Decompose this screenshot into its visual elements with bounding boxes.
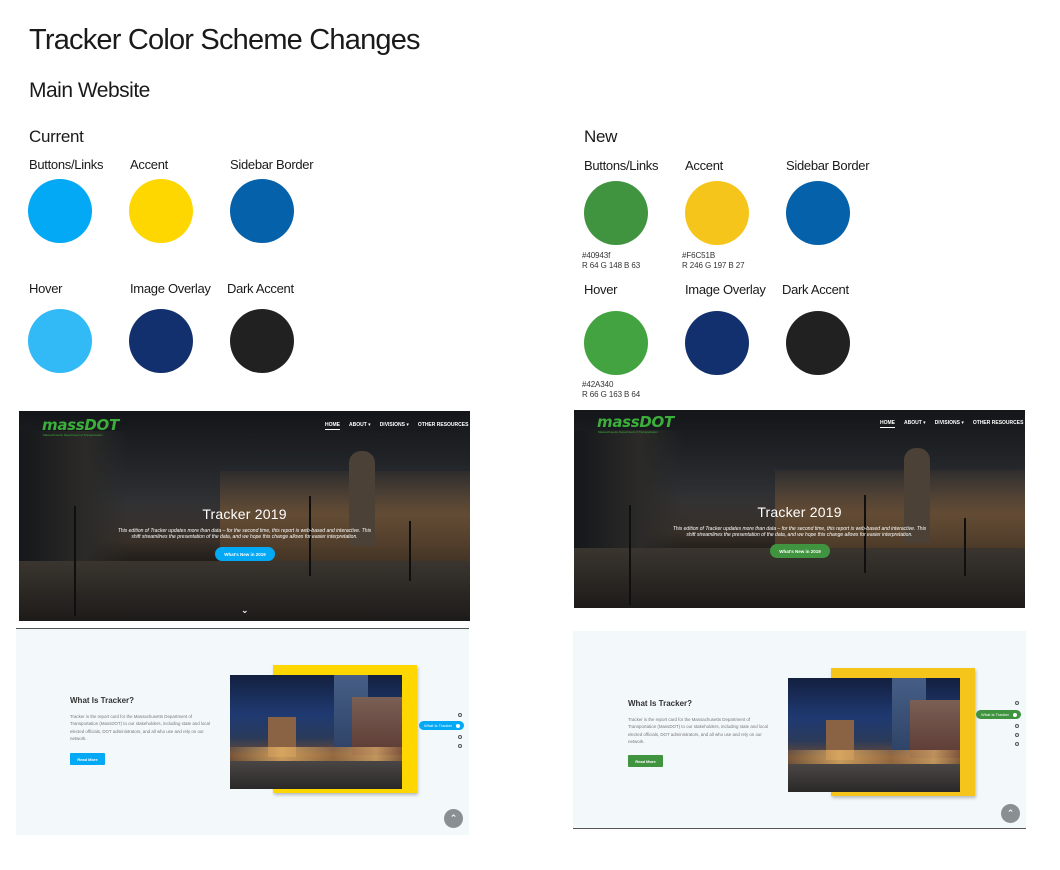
current-hover-label: Hover bbox=[29, 281, 63, 296]
new-logo-tagline: Massachusetts Department of Transportati… bbox=[598, 430, 658, 434]
new-image-overlay-label: Image Overlay bbox=[685, 282, 766, 297]
new-accent-rgb: R 246 G 197 B 27 bbox=[682, 261, 745, 270]
new-accent-swatch bbox=[685, 181, 749, 245]
new-tracker-photo bbox=[788, 678, 960, 792]
new-buttons-links-hex: #40943f bbox=[582, 251, 611, 260]
new-hover-hex: #42A340 bbox=[582, 380, 614, 389]
current-scroll-down-icon[interactable]: ⌄ bbox=[241, 605, 249, 616]
current-side-nav-pill-label: What Is Tracker bbox=[424, 723, 453, 728]
current-section-body: Tracker is the report card for the Massa… bbox=[70, 714, 210, 741]
new-massdot-logo[interactable]: massDOT bbox=[597, 413, 674, 431]
current-whats-new-button[interactable]: What's New in 2019 bbox=[215, 547, 275, 561]
current-section-mockup: What Is Tracker? Tracker is the report c… bbox=[16, 629, 469, 835]
current-side-nav-dot[interactable] bbox=[458, 713, 462, 717]
current-sidebar-border-swatch bbox=[230, 179, 294, 243]
current-hero-desc-line2: shift streamlines the presentation of th… bbox=[131, 534, 358, 540]
new-hover-swatch bbox=[584, 311, 648, 375]
current-side-nav-pill[interactable]: What Is Tracker bbox=[419, 721, 465, 730]
new-section-body: Tracker is the report card for the Massa… bbox=[628, 717, 768, 744]
current-buttons-links-swatch bbox=[28, 179, 92, 243]
new-hero-desc-line2: shift streamlines the presentation of th… bbox=[686, 532, 913, 538]
new-back-to-top-icon[interactable]: ⌃ bbox=[1001, 804, 1020, 823]
new-buttons-links-label: Buttons/Links bbox=[584, 158, 659, 173]
new-side-nav-pill[interactable]: What Is Tracker bbox=[976, 710, 1022, 719]
current-nav-home[interactable]: HOME bbox=[325, 422, 340, 430]
new-hover-rgb: R 66 G 163 B 64 bbox=[582, 390, 641, 399]
current-nav-divisions[interactable]: DIVISIONS ▾ bbox=[380, 422, 409, 430]
new-whats-new-button[interactable]: What's New in 2019 bbox=[770, 544, 830, 558]
new-nav-other-resources[interactable]: OTHER RESOURCES bbox=[973, 420, 1024, 428]
new-sidebar-border-label: Sidebar Border bbox=[786, 158, 870, 173]
current-side-nav-dot[interactable] bbox=[458, 735, 462, 739]
current-back-to-top-icon[interactable]: ⌃ bbox=[444, 809, 463, 828]
current-heading: Current bbox=[29, 127, 84, 146]
current-nav: HOME ABOUT ▾ DIVISIONS ▾ OTHER RESOURCES bbox=[325, 422, 468, 430]
current-image-overlay-swatch bbox=[129, 309, 193, 373]
current-dark-accent-label: Dark Accent bbox=[227, 281, 294, 296]
new-sidebar-border-swatch bbox=[786, 181, 850, 245]
new-side-nav-pill-label: What Is Tracker bbox=[981, 712, 1010, 717]
current-sidebar-border-label: Sidebar Border bbox=[230, 157, 314, 172]
new-nav-home[interactable]: HOME bbox=[880, 420, 895, 428]
new-dark-accent-swatch bbox=[786, 311, 850, 375]
new-accent-label: Accent bbox=[685, 158, 723, 173]
current-side-nav-dot[interactable] bbox=[458, 744, 462, 748]
new-side-nav-dot[interactable] bbox=[1015, 701, 1019, 705]
new-hero-mockup: massDOT Massachusetts Department of Tran… bbox=[574, 410, 1025, 608]
current-tracker-photo bbox=[230, 675, 402, 789]
new-buttons-links-swatch bbox=[584, 181, 648, 245]
new-hero-title: Tracker 2019 bbox=[757, 504, 842, 520]
page-title: Tracker Color Scheme Changes bbox=[29, 24, 421, 56]
current-hero-title: Tracker 2019 bbox=[202, 506, 287, 522]
current-hero-mockup: massDOT Massachusetts Department of Tran… bbox=[19, 411, 470, 621]
current-dark-accent-swatch bbox=[230, 309, 294, 373]
new-heading: New bbox=[584, 127, 618, 146]
current-hover-swatch bbox=[28, 309, 92, 373]
new-image-overlay-swatch bbox=[685, 311, 749, 375]
new-side-nav-dot[interactable] bbox=[1015, 724, 1019, 728]
new-section-divider bbox=[573, 828, 1026, 829]
new-dark-accent-label: Dark Accent bbox=[782, 282, 849, 297]
new-section-title: What Is Tracker? bbox=[628, 699, 693, 708]
current-logo-tagline: Massachusetts Department of Transportati… bbox=[43, 433, 103, 437]
new-side-nav-dot[interactable] bbox=[1015, 742, 1019, 746]
current-massdot-logo[interactable]: massDOT bbox=[42, 416, 119, 434]
new-nav-divisions[interactable]: DIVISIONS ▾ bbox=[935, 420, 964, 428]
current-nav-about[interactable]: ABOUT ▾ bbox=[349, 422, 371, 430]
new-nav: HOME ABOUT ▾ DIVISIONS ▾ OTHER RESOURCES bbox=[880, 420, 1023, 428]
new-buttons-links-rgb: R 64 G 148 B 63 bbox=[582, 261, 641, 270]
current-buttons-links-label: Buttons/Links bbox=[29, 157, 104, 172]
current-section-title: What Is Tracker? bbox=[70, 696, 135, 705]
new-hover-label: Hover bbox=[584, 282, 618, 297]
new-read-more-button[interactable]: Read More bbox=[628, 755, 663, 767]
new-accent-hex: #F6C51B bbox=[682, 251, 716, 260]
current-accent-swatch bbox=[129, 179, 193, 243]
current-nav-other-resources[interactable]: OTHER RESOURCES bbox=[418, 422, 469, 430]
new-nav-about[interactable]: ABOUT ▾ bbox=[904, 420, 926, 428]
new-section-mockup: What Is Tracker? Tracker is the report c… bbox=[573, 631, 1026, 828]
page-subtitle: Main Website bbox=[29, 79, 150, 102]
new-side-nav-dot[interactable] bbox=[1015, 733, 1019, 737]
current-image-overlay-label: Image Overlay bbox=[130, 281, 211, 296]
current-accent-label: Accent bbox=[130, 157, 168, 172]
current-read-more-button[interactable]: Read More bbox=[70, 753, 105, 765]
